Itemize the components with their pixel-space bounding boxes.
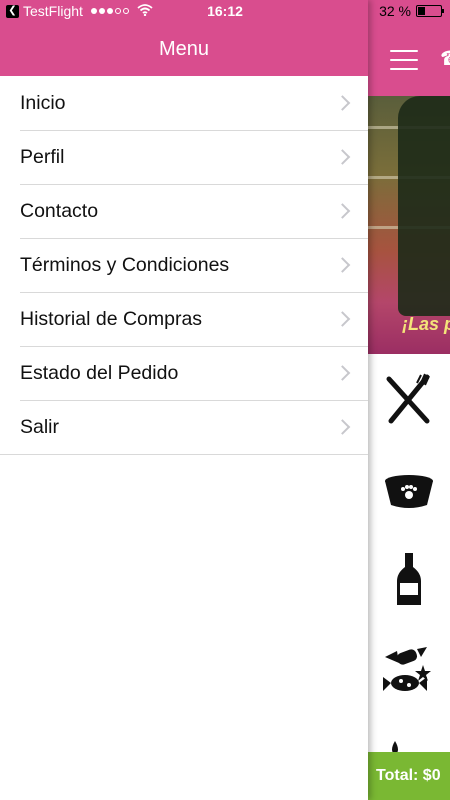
chevron-right-icon bbox=[334, 95, 351, 111]
category-food[interactable] bbox=[368, 354, 450, 444]
chevron-right-icon bbox=[334, 149, 351, 165]
menu-item-contacto[interactable]: Contacto bbox=[0, 184, 368, 238]
chevron-right-icon bbox=[334, 203, 351, 219]
menu-item-inicio[interactable]: Inicio bbox=[0, 76, 368, 130]
carrier-label[interactable]: TestFlight bbox=[23, 3, 83, 19]
fork-knife-icon bbox=[386, 373, 430, 424]
menu-item-perfil[interactable]: Perfil bbox=[0, 130, 368, 184]
wifi-icon bbox=[137, 3, 153, 19]
chevron-right-icon bbox=[334, 419, 351, 435]
status-bar: ❮ TestFlight 16:12 32 % bbox=[0, 0, 450, 22]
menu-item-label: Salir bbox=[20, 415, 60, 438]
promo-banner[interactable]: ¡Las p bbox=[368, 96, 450, 354]
cart-total-bar[interactable]: Total: $0 bbox=[368, 752, 450, 800]
battery-percent: 32 % bbox=[379, 3, 411, 19]
menu-item-label: Historial de Compras bbox=[20, 307, 203, 330]
pet-bowl-icon bbox=[385, 475, 433, 508]
phone-icon[interactable]: ☎ bbox=[440, 46, 450, 71]
battery-icon bbox=[416, 5, 444, 17]
menu-item-label: Términos y Condiciones bbox=[20, 253, 230, 276]
bottle-image bbox=[398, 96, 450, 316]
banner-text: ¡Las p bbox=[402, 314, 450, 334]
menu-item-estado[interactable]: Estado del Pedido bbox=[0, 346, 368, 400]
back-arrow-icon[interactable]: ❮ bbox=[6, 4, 19, 18]
main-app-panel[interactable]: ☎ ¡Las p bbox=[368, 0, 450, 800]
chevron-right-icon bbox=[334, 311, 351, 327]
battery-fill bbox=[418, 7, 426, 15]
total-label: Total: $0 bbox=[376, 767, 441, 784]
hamburger-menu-icon[interactable] bbox=[390, 50, 418, 70]
menu-item-terminos[interactable]: Términos y Condiciones bbox=[0, 238, 368, 292]
side-menu: Menu Inicio Perfil Contacto Términos y C… bbox=[0, 0, 368, 800]
menu-list: Inicio Perfil Contacto Términos y Condic… bbox=[0, 76, 368, 455]
category-candy[interactable] bbox=[368, 624, 450, 714]
candy-icon bbox=[383, 647, 431, 691]
menu-item-label: Inicio bbox=[20, 91, 66, 114]
status-bar-left: ❮ TestFlight bbox=[6, 3, 153, 19]
signal-strength-icon bbox=[90, 8, 129, 14]
menu-item-label: Contacto bbox=[20, 199, 99, 222]
menu-item-salir[interactable]: Salir bbox=[0, 400, 368, 454]
menu-item-label: Perfil bbox=[20, 145, 65, 168]
status-bar-right: 32 % bbox=[379, 3, 444, 19]
menu-title: Menu bbox=[158, 38, 210, 60]
chevron-right-icon bbox=[334, 257, 351, 273]
category-drinks[interactable] bbox=[368, 534, 450, 624]
beer-bottle-icon bbox=[397, 553, 421, 605]
menu-item-historial[interactable]: Historial de Compras bbox=[0, 292, 368, 346]
menu-item-label: Estado del Pedido bbox=[20, 361, 179, 384]
chevron-right-icon bbox=[334, 365, 351, 381]
category-pets[interactable] bbox=[368, 444, 450, 534]
